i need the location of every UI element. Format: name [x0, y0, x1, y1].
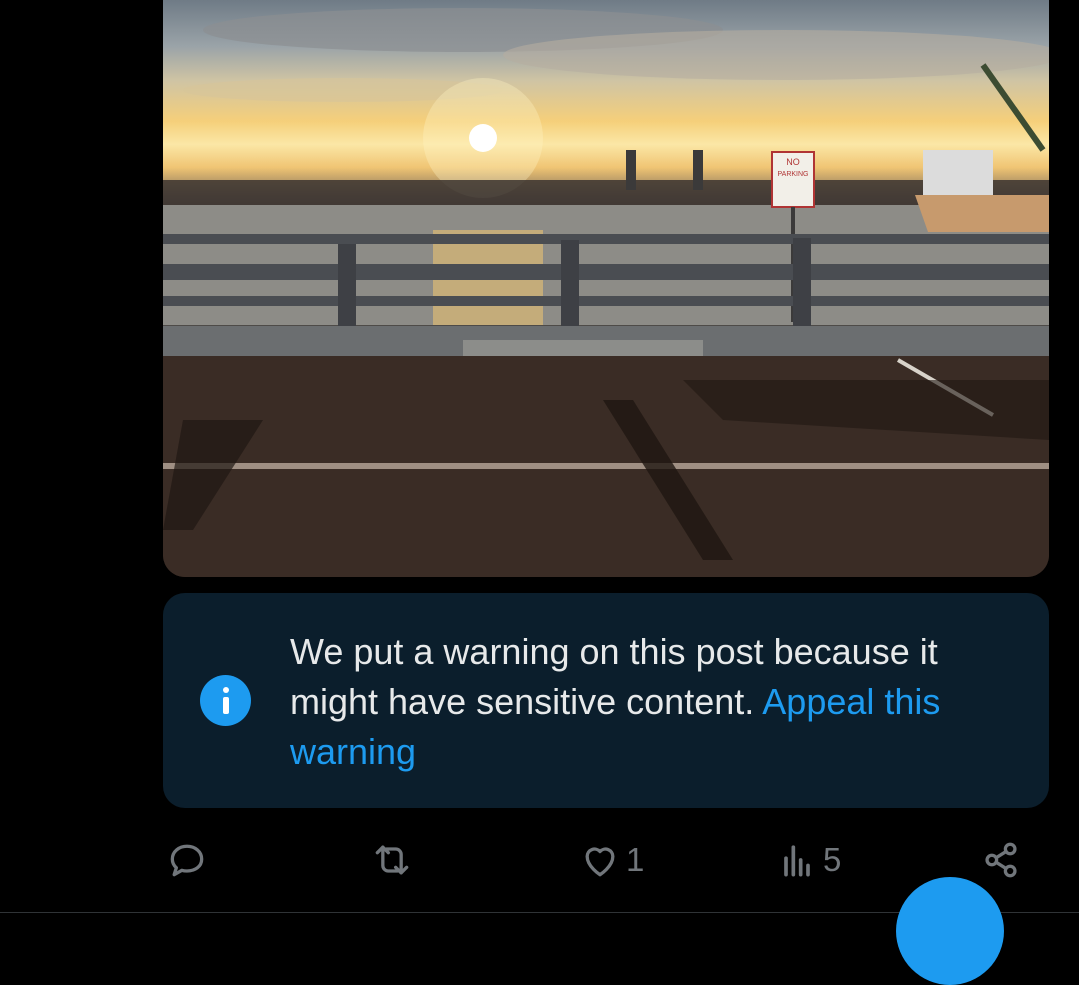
like-button[interactable]: 1: [578, 835, 644, 885]
repost-button[interactable]: [370, 835, 418, 885]
share-button[interactable]: [979, 835, 1023, 885]
post-actions: 1 5: [163, 835, 1049, 885]
views-count: 5: [823, 841, 842, 878]
views-icon: [784, 845, 810, 877]
views-button[interactable]: 5: [775, 835, 841, 885]
sunset-photo: NO PARKING: [163, 8, 1049, 577]
sensitive-content-warning: We put a warning on this post because it…: [163, 593, 1049, 808]
post-image[interactable]: NO PARKING: [163, 0, 1049, 577]
sign-line-1: NO: [786, 157, 800, 167]
repost-icon: [375, 845, 409, 875]
like-count: 1: [626, 841, 645, 878]
info-icon: [200, 675, 251, 726]
warning-message: We put a warning on this post because it…: [290, 627, 1030, 777]
share-icon: [985, 842, 1017, 878]
heart-icon: [585, 847, 615, 877]
reply-button[interactable]: [165, 835, 213, 885]
sign-line-2: PARKING: [778, 171, 809, 178]
compose-fab-button[interactable]: [896, 877, 1004, 985]
reply-icon: [170, 844, 204, 877]
